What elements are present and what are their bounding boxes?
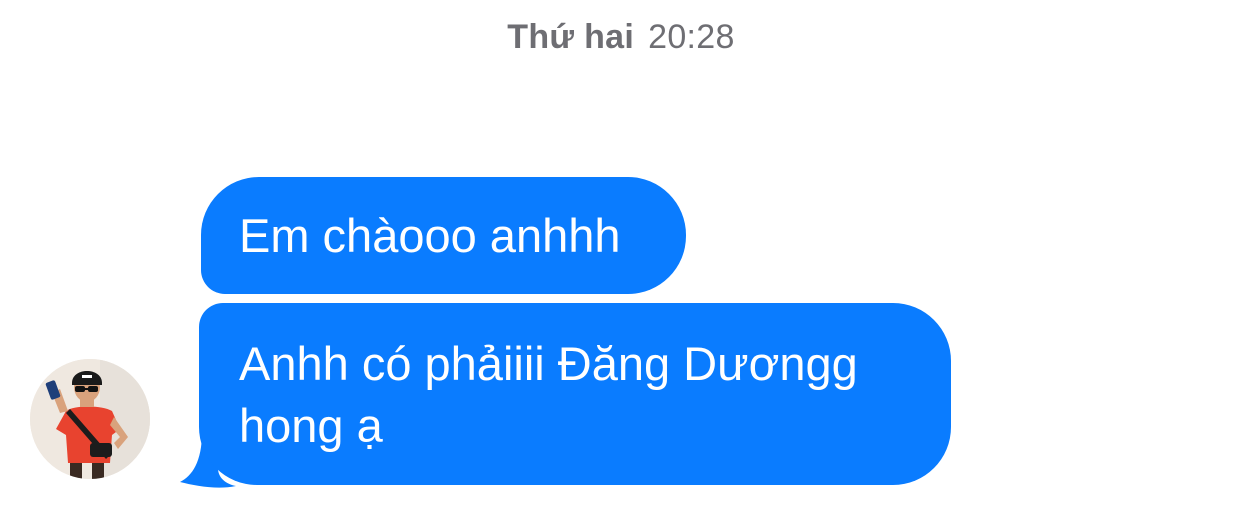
timestamp-time: 20:28 — [648, 18, 735, 56]
message-text: Anhh có phảiiii Đăng Dươngg hong ạ — [239, 337, 858, 452]
sender-avatar[interactable] — [30, 359, 150, 479]
message-text: Em chàooo anhhh — [239, 209, 621, 262]
avatar-photo-icon — [30, 359, 150, 479]
message-bubble[interactable]: Em chàooo anhhh — [201, 177, 686, 294]
timestamp-day: Thứ hai — [507, 18, 635, 56]
message-timestamp: Thứ hai 20:28 — [0, 18, 1242, 57]
message-bubble[interactable]: Anhh có phảiiii Đăng Dươngg hong ạ — [199, 303, 951, 485]
